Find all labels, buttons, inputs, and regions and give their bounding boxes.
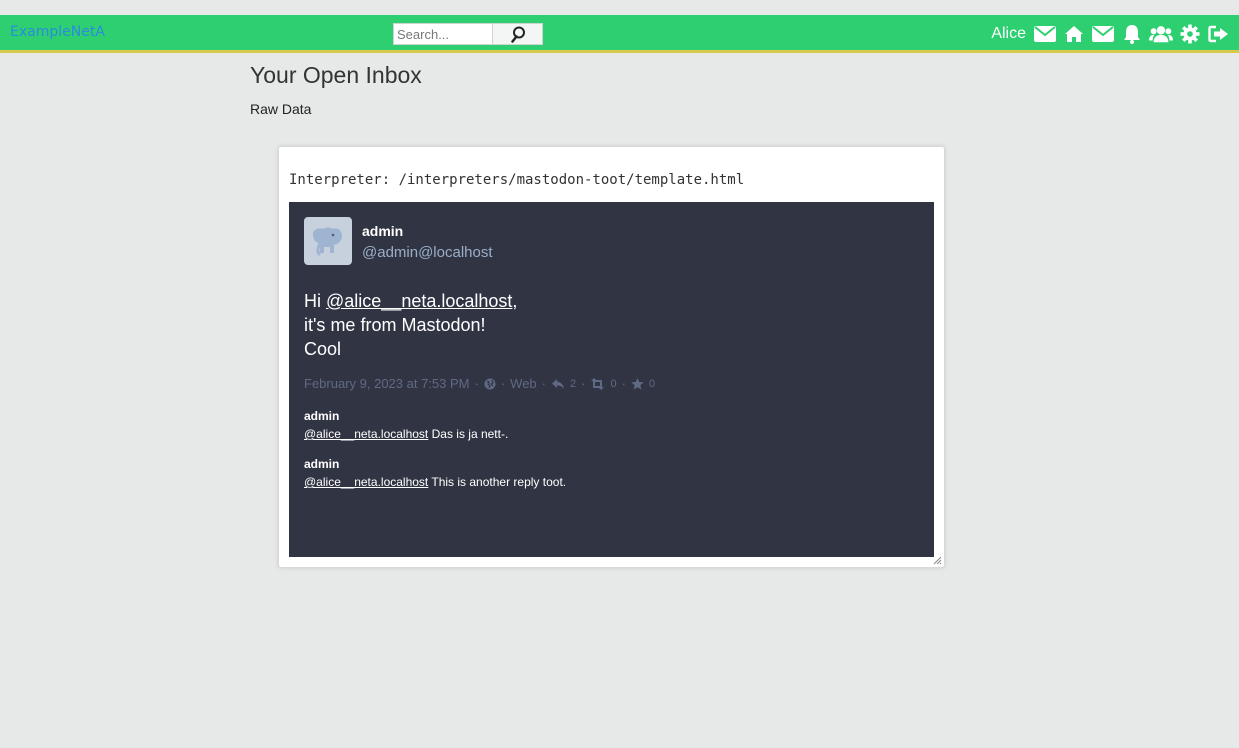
toot-line-1: Hi @alice__neta.localhost, xyxy=(304,289,517,313)
user-nav: Alice xyxy=(991,22,1231,46)
envelope-icon[interactable] xyxy=(1033,23,1057,45)
mastodon-elephant-icon xyxy=(312,227,342,256)
user-name[interactable]: Alice xyxy=(991,25,1026,43)
avatar[interactable] xyxy=(304,217,352,265)
home-icon[interactable] xyxy=(1062,23,1086,45)
search-input[interactable] xyxy=(393,23,493,45)
reply-body: @alice__neta.localhost Das is ja nett-. xyxy=(304,425,566,443)
reply-text: Das is ja nett-. xyxy=(428,427,509,441)
meta-separator: · xyxy=(621,376,626,391)
sign-out-icon[interactable] xyxy=(1207,23,1231,45)
toot-display-name[interactable]: admin xyxy=(362,223,403,239)
reply-text: This is another reply toot. xyxy=(428,475,567,489)
meta-separator: · xyxy=(500,376,506,391)
toot-line-2: it's me from Mastodon! xyxy=(304,315,486,335)
toot-account-handle[interactable]: @admin@localhost xyxy=(362,244,493,261)
users-icon[interactable] xyxy=(1149,23,1173,45)
toot-card: admin @admin@localhost Hi @alice__neta.l… xyxy=(289,202,934,557)
favourites-count: 0 xyxy=(648,377,656,390)
star-icon[interactable] xyxy=(631,377,644,390)
toot-greeting: Hi xyxy=(304,291,326,311)
inbox-item-panel: Interpreter: /interpreters/mastodon-toot… xyxy=(278,146,945,568)
meta-separator: · xyxy=(581,376,586,391)
toot-meta: February 9, 2023 at 7:53 PM · · Web · 2 … xyxy=(304,376,655,391)
meta-separator: · xyxy=(474,376,479,391)
toot-mention-link[interactable]: @alice__neta.localhost xyxy=(326,291,512,311)
search-button[interactable] xyxy=(493,23,543,45)
bell-icon[interactable] xyxy=(1120,23,1144,45)
globe-icon xyxy=(484,378,496,390)
top-navbar: ExampleNetA Alice xyxy=(0,15,1239,53)
replies-list: admin @alice__neta.localhost Das is ja n… xyxy=(304,407,566,503)
envelope-icon[interactable] xyxy=(1091,23,1115,45)
toot-comma: , xyxy=(512,291,518,311)
reply-mention-link[interactable]: @alice__neta.localhost xyxy=(304,427,428,441)
reply-body: @alice__neta.localhost This is another r… xyxy=(304,473,566,491)
toot-content: Hi @alice__neta.localhost, it's me from … xyxy=(304,289,517,361)
search-form xyxy=(393,23,543,45)
toot-timestamp[interactable]: February 9, 2023 at 7:53 PM xyxy=(304,376,469,391)
boost-icon[interactable] xyxy=(590,377,605,390)
gear-icon[interactable] xyxy=(1178,23,1202,45)
reply-item: admin @alice__neta.localhost This is ano… xyxy=(304,455,566,491)
search-icon xyxy=(510,26,525,43)
reply-icon[interactable] xyxy=(551,378,565,390)
toot-app: Web xyxy=(510,376,537,391)
meta-separator: · xyxy=(541,376,547,391)
reply-item: admin @alice__neta.localhost Das is ja n… xyxy=(304,407,566,443)
raw-data-link[interactable]: Raw Data xyxy=(250,101,311,117)
page-title: Your Open Inbox xyxy=(250,62,422,88)
toot-line-3: Cool xyxy=(304,339,342,359)
interpreter-label: Interpreter: /interpreters/mastodon-toot… xyxy=(289,172,745,188)
boosts-count: 0 xyxy=(610,377,617,390)
resize-grip-icon[interactable] xyxy=(932,555,942,565)
replies-count: 2 xyxy=(570,377,577,390)
reply-author[interactable]: admin xyxy=(304,407,566,425)
reply-author[interactable]: admin xyxy=(304,455,566,473)
brand-link[interactable]: ExampleNetA xyxy=(10,24,105,40)
reply-mention-link[interactable]: @alice__neta.localhost xyxy=(304,475,428,489)
